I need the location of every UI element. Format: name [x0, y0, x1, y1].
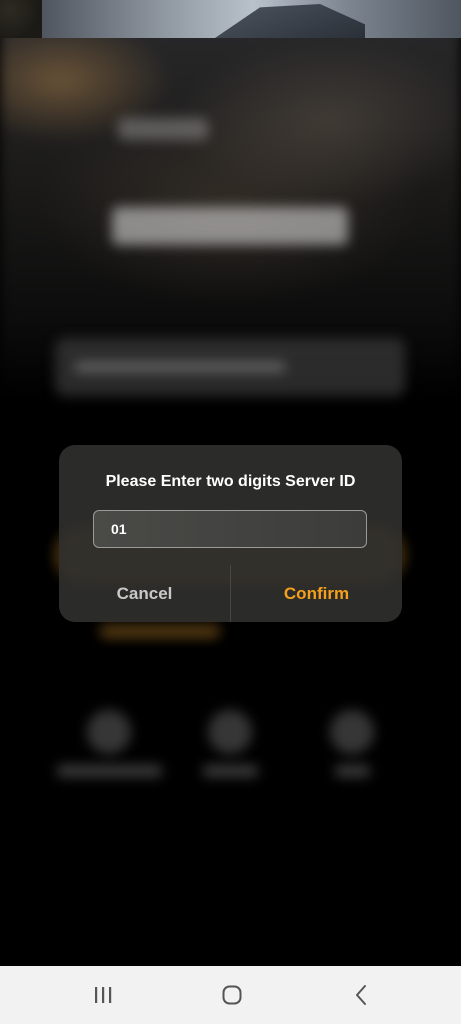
building-roof [215, 4, 365, 38]
background-icon-label-1 [57, 765, 162, 777]
background-icon-2 [208, 710, 252, 754]
background-icon-label-3 [335, 765, 370, 777]
system-nav-bar [0, 966, 461, 1024]
back-icon [356, 985, 366, 1005]
background-field [55, 338, 405, 396]
screen: Please Enter two digits Server ID 01 Can… [0, 0, 461, 1024]
dialog-title: Please Enter two digits Server ID [105, 473, 356, 490]
server-id-dialog: Please Enter two digits Server ID 01 Can… [59, 445, 402, 622]
background-link [100, 622, 220, 638]
background-logo [112, 207, 348, 245]
background-icon-3 [330, 710, 374, 754]
back-button[interactable] [322, 966, 402, 1024]
home-button[interactable] [192, 966, 272, 1024]
background-icon-1 [87, 710, 131, 754]
home-icon [222, 985, 242, 1005]
recents-icon [95, 987, 112, 1003]
background-icon-label-2 [203, 765, 258, 777]
recents-button[interactable] [63, 966, 143, 1024]
confirm-button[interactable]: Confirm [231, 565, 402, 622]
server-id-input[interactable]: 01 [93, 510, 367, 548]
header-image [0, 0, 461, 38]
cancel-button[interactable]: Cancel [59, 565, 230, 622]
dialog-button-row: Cancel Confirm [59, 565, 402, 622]
tree-silhouette [0, 0, 42, 38]
background-badge [118, 118, 208, 140]
